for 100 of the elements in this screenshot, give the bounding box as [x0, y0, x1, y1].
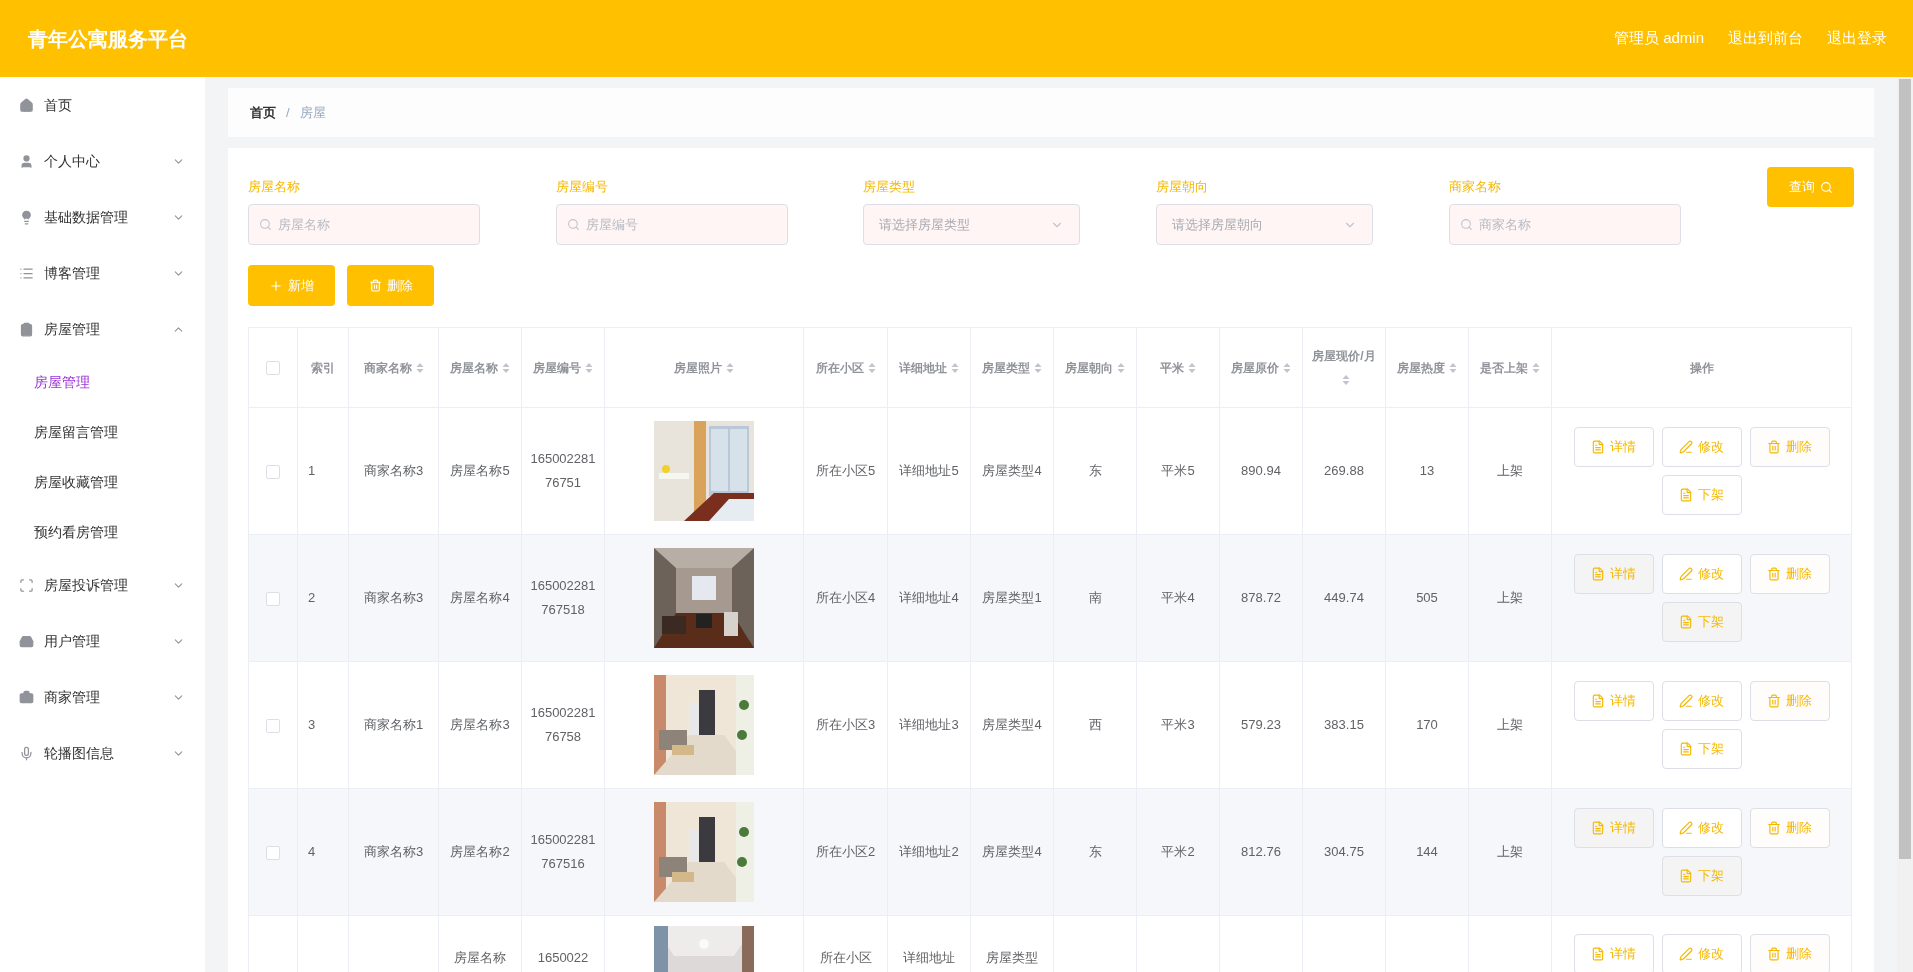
table-cell: 平米2	[1161, 844, 1195, 859]
sort-icon[interactable]	[1283, 362, 1291, 375]
table-cell: 所在小区2	[815, 844, 876, 859]
sort-icon[interactable]	[585, 362, 593, 375]
sort-icon[interactable]	[502, 362, 510, 375]
search-field[interactable]: 房屋编号	[556, 204, 788, 245]
filter-label: 房屋名称	[248, 178, 301, 196]
sort-icon[interactable]	[726, 362, 734, 375]
breadcrumb-link[interactable]: 首页	[250, 102, 276, 123]
sort-icon[interactable]	[867, 362, 876, 375]
table-cell: 165002281767516	[530, 832, 596, 871]
sort-icon[interactable]	[1117, 362, 1125, 375]
column-header: 房屋名称	[450, 359, 498, 377]
delete-button[interactable]: 删除	[347, 265, 434, 306]
search-field[interactable]: 商家名称	[1449, 204, 1681, 245]
sort-icon[interactable]	[1188, 362, 1196, 375]
sidebar-item[interactable]: 用户管理	[0, 613, 205, 669]
table-cell: 房屋类型1	[982, 590, 1042, 605]
table-cell: 房屋类型	[986, 950, 1038, 965]
delete-button[interactable]: 删除	[1749, 681, 1830, 721]
sidebar-item[interactable]: 商家管理	[0, 669, 205, 725]
table-cell: 812.76	[1241, 844, 1281, 859]
search-button[interactable]: 查询	[1767, 167, 1854, 207]
sort-icon[interactable]	[415, 362, 424, 375]
document-button[interactable]: 下架	[1661, 602, 1742, 642]
column-header: 房屋热度	[1397, 359, 1445, 377]
sort-icon[interactable]	[1449, 362, 1457, 375]
edit-button[interactable]: 修改	[1661, 427, 1742, 467]
table-cell: 详细地址3	[899, 717, 959, 732]
tray-icon	[19, 633, 34, 649]
delete-button[interactable]: 删除	[1749, 934, 1830, 972]
sort-icon[interactable]	[1034, 362, 1042, 375]
column-header: 详细地址	[899, 359, 947, 377]
edit-button[interactable]: 修改	[1661, 681, 1742, 721]
column-header: 房屋照片	[674, 359, 722, 377]
filter-label: 房屋类型	[863, 178, 916, 196]
search-icon	[1460, 218, 1473, 231]
sort-icon[interactable]	[1342, 374, 1350, 387]
sidebar-subitem[interactable]: 房屋收藏管理	[0, 457, 205, 507]
sort-icon[interactable]	[951, 362, 959, 375]
checkbox[interactable]	[266, 361, 280, 376]
edit-button[interactable]: 修改	[1661, 554, 1742, 594]
user-icon	[19, 153, 34, 169]
table-cell: 详细地址5	[899, 463, 959, 478]
document-button[interactable]: 详情	[1573, 681, 1654, 721]
table-cell: 平米3	[1161, 717, 1195, 732]
table-cell: 商家名称1	[363, 717, 424, 732]
table-cell: 房屋名称3	[450, 717, 510, 732]
search-field[interactable]: 房屋名称	[248, 204, 480, 245]
table-cell: 4	[308, 844, 316, 859]
checkbox[interactable]	[266, 464, 280, 479]
delete-button[interactable]: 删除	[1749, 427, 1830, 467]
sidebar-subitem[interactable]: 房屋留言管理	[0, 407, 205, 457]
filter-label: 房屋朝向	[1156, 178, 1209, 196]
table-cell: 详细地址4	[899, 590, 959, 605]
document-icon	[1679, 869, 1693, 883]
sidebar-item[interactable]: 个人中心	[0, 133, 205, 189]
trash-icon	[1767, 947, 1781, 961]
checkbox[interactable]	[266, 718, 280, 733]
document-button[interactable]: 详情	[1573, 808, 1654, 848]
sidebar-item[interactable]: 房屋管理	[0, 301, 205, 357]
select-field[interactable]: 请选择房屋朝向	[1156, 204, 1373, 245]
table-cell: 所在小区4	[815, 590, 876, 605]
table-cell: 平米5	[1161, 463, 1195, 478]
sidebar-item[interactable]: 首页	[0, 77, 205, 133]
table-cell: 13	[1419, 463, 1435, 478]
document-button[interactable]: 详情	[1573, 934, 1654, 972]
checkbox[interactable]	[266, 845, 280, 860]
delete-button[interactable]: 删除	[1749, 554, 1830, 594]
search-icon	[567, 218, 580, 231]
sidebar-item[interactable]: 基础数据管理	[0, 189, 205, 245]
document-button[interactable]: 下架	[1661, 729, 1742, 769]
sidebar-item[interactable]: 房屋投诉管理	[0, 557, 205, 613]
table-cell: 144	[1416, 844, 1438, 859]
table-cell: 890.94	[1241, 463, 1281, 478]
trash-icon	[1767, 567, 1781, 581]
column-header: 平米	[1160, 359, 1184, 377]
sidebar-item[interactable]: 轮播图信息	[0, 725, 205, 781]
scrollbar[interactable]	[1897, 77, 1913, 972]
document-button[interactable]: 下架	[1661, 475, 1742, 515]
sidebar-subitem[interactable]: 预约看房管理	[0, 507, 205, 557]
table-cell: 所在小区	[819, 950, 872, 965]
header-link[interactable]: 管理员 admin	[1613, 27, 1704, 50]
header-link[interactable]: 退出到前台	[1728, 27, 1803, 50]
column-header: 房屋现价/月	[1312, 347, 1376, 365]
add-button[interactable]: 新增	[248, 265, 335, 306]
edit-button[interactable]: 修改	[1661, 808, 1742, 848]
document-button[interactable]: 下架	[1661, 856, 1742, 896]
checkbox[interactable]	[266, 591, 280, 606]
edit-button[interactable]: 修改	[1661, 934, 1742, 972]
sidebar-subitem[interactable]: 房屋管理	[0, 357, 205, 407]
document-button[interactable]: 详情	[1573, 554, 1654, 594]
delete-button[interactable]: 删除	[1749, 808, 1830, 848]
sidebar-item[interactable]: 博客管理	[0, 245, 205, 301]
table-cell: 所在小区5	[815, 463, 876, 478]
column-header: 房屋朝向	[1065, 359, 1113, 377]
select-field[interactable]: 请选择房屋类型	[863, 204, 1080, 245]
header-link[interactable]: 退出登录	[1827, 27, 1887, 50]
document-button[interactable]: 详情	[1573, 427, 1654, 467]
sort-icon[interactable]	[1532, 362, 1540, 375]
